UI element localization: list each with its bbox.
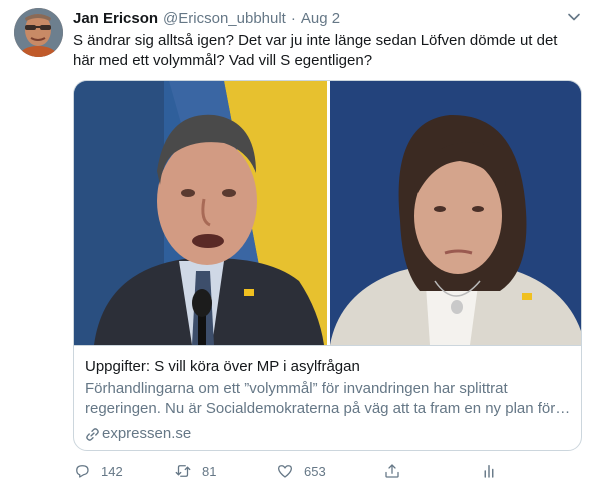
card-image[interactable] [74,81,581,345]
separator-dot: · [290,10,296,27]
card-body[interactable]: Uppgifter: S vill köra över MP i asylfrå… [74,345,581,450]
card-image-left [74,81,327,345]
retweet-count: 81 [202,463,217,479]
author-handle[interactable]: @Ericson_ubbhult [163,9,286,29]
avatar[interactable] [14,8,63,57]
link-card[interactable]: Uppgifter: S vill köra över MP i asylfrå… [73,80,582,451]
tweet-header: Jan Ericson @Ericson_ubbhult · Aug 2 [73,9,340,29]
card-image-right [330,81,581,345]
card-description-line: Förhandlingarna om ett ”volymmål” för in… [85,380,508,397]
author-name[interactable]: Jan Ericson [73,9,158,29]
tweet-actions: 142 81 653 [73,459,503,483]
analytics-button[interactable] [480,459,498,483]
tweet[interactable]: Jan Ericson @Ericson_ubbhult · Aug 2 S ä… [0,0,590,491]
card-domain-text: expressen.se [102,425,192,442]
tweet-date[interactable]: Aug 2 [301,9,340,29]
like-icon [277,465,293,478]
card-description-line: regeringen. Nu är Socialdemokraterna på … [85,400,571,417]
like-button[interactable]: 653 [276,459,326,483]
card-description: Förhandlingarna om ett ”volymmål” för in… [85,379,571,419]
card-title[interactable]: Uppgifter: S vill köra över MP i asylfrå… [85,357,360,377]
reply-button[interactable]: 142 [73,459,123,483]
link-icon [86,427,99,441]
like-count: 653 [304,463,326,479]
reply-count: 142 [101,463,123,479]
retweet-button[interactable]: 81 [174,459,216,483]
reply-icon [76,465,89,478]
caret-down-icon[interactable] [566,9,582,25]
share-button[interactable] [383,459,401,483]
analytics-icon [484,465,494,478]
share-icon [385,464,399,478]
card-domain[interactable]: expressen.se [85,424,191,444]
retweet-icon [175,465,191,477]
tweet-text: S ändrar sig alltså igen? Det var ju int… [73,32,558,69]
